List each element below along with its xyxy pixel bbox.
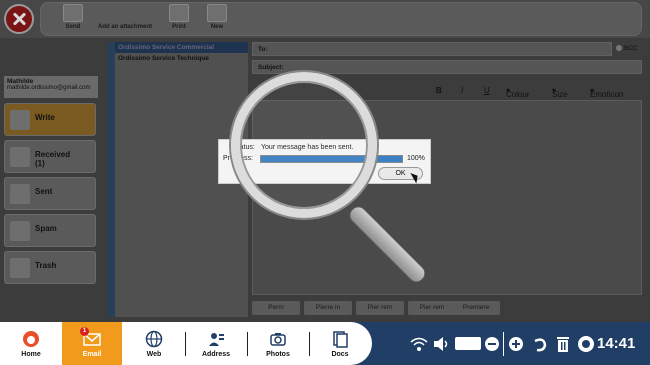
- magnifier-lens-icon: [231, 72, 377, 218]
- document-icon: [333, 331, 348, 348]
- zoom-out-icon[interactable]: [484, 336, 500, 352]
- user-email: mathilde.ordissimo@gmail.com: [7, 85, 91, 91]
- contacts-icon: [209, 333, 224, 346]
- wifi-icon[interactable]: [410, 336, 428, 352]
- zoom-in-icon[interactable]: [508, 336, 524, 352]
- folder-received-label: Received: [35, 150, 71, 159]
- send-icon: [63, 4, 83, 22]
- taskbar-docs[interactable]: Docs: [312, 322, 368, 365]
- trash-icon: [10, 258, 30, 278]
- folder-received[interactable]: Received (1): [4, 140, 96, 173]
- colour-label: Colour: [506, 90, 530, 99]
- folder-trash[interactable]: Trash: [4, 251, 96, 284]
- battery-icon: [455, 337, 481, 350]
- bcc-label: BCC: [624, 45, 638, 52]
- printer-icon: [169, 4, 189, 22]
- quick-button[interactable]: Perm: [252, 301, 300, 315]
- volume-icon[interactable]: [432, 336, 452, 352]
- outbox-icon: [10, 184, 30, 204]
- bold-button[interactable]: B: [436, 86, 442, 95]
- taskbar-address[interactable]: Address: [188, 322, 244, 365]
- bcc-toggle[interactable]: BCC: [616, 45, 638, 52]
- taskbar: Home 1 Email Web Address Photos Docs 14:…: [0, 322, 650, 365]
- trash-icon[interactable]: [555, 334, 571, 354]
- globe-icon: [145, 330, 163, 348]
- help-lifebuoy-icon[interactable]: [577, 335, 595, 353]
- pen-icon: [10, 110, 30, 130]
- quick-button[interactable]: Premiere: [452, 301, 500, 315]
- email-toolbar: Send Add an attachment Print New: [0, 0, 650, 38]
- attach-button[interactable]: Add an attachment: [96, 4, 154, 34]
- new-button[interactable]: New: [204, 4, 230, 34]
- home-icon: [23, 331, 39, 347]
- quick-button[interactable]: Pier rem: [356, 301, 404, 315]
- quick-button[interactable]: Pierre in: [304, 301, 352, 315]
- inbox-icon: [10, 147, 30, 167]
- subject-label: Subject:: [258, 64, 284, 71]
- folder-received-count: (1): [35, 159, 45, 168]
- taskbar-home[interactable]: Home: [3, 322, 59, 365]
- taskbar-separator: [309, 332, 310, 356]
- alphabet-index[interactable]: [108, 42, 115, 317]
- emoticon-label: Emoticon: [590, 90, 624, 99]
- colour-dropdown[interactable]: Colour ▾: [506, 86, 530, 99]
- camera-icon: [270, 333, 286, 346]
- new-message-icon: [207, 4, 227, 22]
- clock: 14:41: [597, 335, 636, 352]
- folder-write[interactable]: Write: [4, 103, 96, 136]
- print-button[interactable]: Print: [166, 4, 192, 34]
- contact-item[interactable]: Ordissimo Service Technique: [115, 53, 248, 64]
- user-name: Mathilde: [7, 78, 34, 85]
- emoticon-dropdown[interactable]: Emoticon ▾: [590, 86, 623, 99]
- quick-button[interactable]: Pier rem: [408, 301, 456, 315]
- close-icon[interactable]: [4, 4, 34, 34]
- taskbar-separator: [503, 332, 504, 356]
- to-field[interactable]: To:: [252, 42, 612, 56]
- size-dropdown[interactable]: Size ▾: [552, 86, 568, 99]
- taskbar-separator: [185, 332, 186, 356]
- taskbar-separator: [247, 332, 248, 356]
- progress-value: 100%: [407, 155, 425, 162]
- user-account: Mathilde mathilde.ordissimo@gmail.com: [4, 76, 98, 98]
- folder-sent[interactable]: Sent: [4, 177, 96, 210]
- taskbar-email[interactable]: 1 Email: [62, 322, 122, 365]
- folder-spam[interactable]: Spam: [4, 214, 96, 247]
- email-badge: 1: [80, 327, 89, 336]
- underline-button[interactable]: U: [484, 86, 490, 95]
- paperclip-icon: [115, 4, 135, 22]
- size-label: Size: [552, 90, 568, 99]
- contact-item[interactable]: Ordissimo Service Commercial: [115, 42, 248, 53]
- taskbar-photos[interactable]: Photos: [250, 322, 306, 365]
- taskbar-web[interactable]: Web: [126, 322, 182, 365]
- spam-icon: [10, 221, 30, 241]
- undo-icon[interactable]: [532, 335, 548, 353]
- to-label: To:: [258, 46, 268, 53]
- italic-button[interactable]: I: [461, 86, 463, 95]
- send-button[interactable]: Send: [60, 4, 86, 34]
